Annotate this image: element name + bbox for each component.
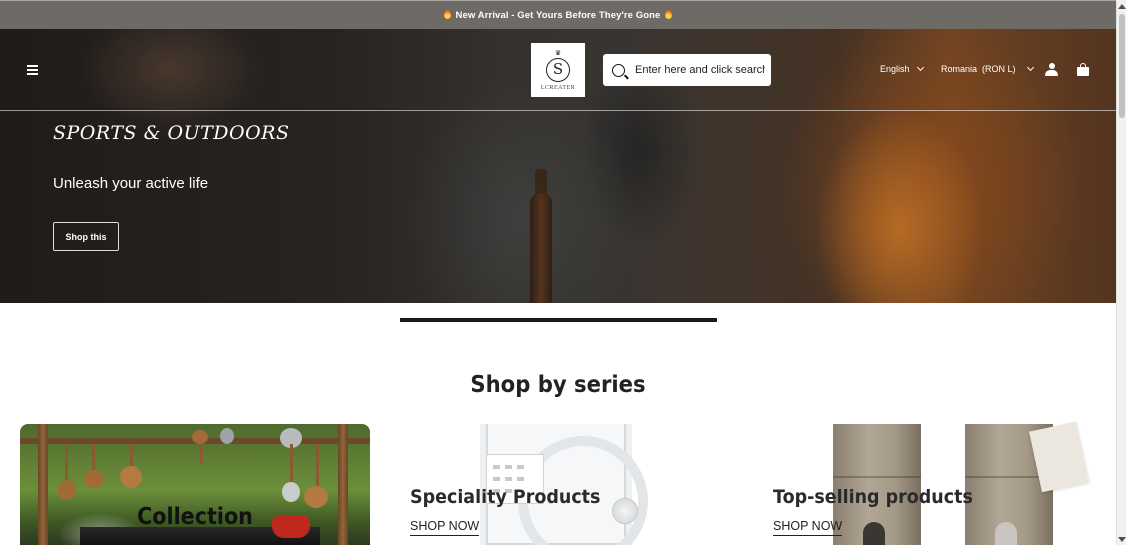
language-label: English [880,64,910,74]
announcement-text: New Arrival - Get Yours Before They're G… [455,9,661,21]
bag-icon[interactable] [1077,63,1089,76]
region-country: Romania [941,64,978,74]
speciality-products-image[interactable] [480,424,648,545]
card-image-utensil [65,444,68,482]
search-icon[interactable] [612,63,625,77]
hero-image-bottle [530,194,552,303]
card-image-utensil [220,428,234,444]
chevron-down-icon [1026,63,1034,72]
search-box[interactable] [603,54,771,86]
crown-icon: ♛ [554,49,562,57]
top-selling-products-image[interactable] [833,421,1093,545]
speciality-shop-now-link[interactable]: SHOP NOW [410,519,480,536]
page-scrollbar[interactable] [1116,0,1126,545]
hero-title: SPORTS & OUTDOORS [53,122,290,144]
region-selector[interactable]: Romania (RON L) [941,63,1034,74]
top-selling-products-title[interactable]: Top-selling products [773,486,973,508]
card-image-utensil [282,482,300,502]
product-port [995,522,1017,545]
card-image-utensil [200,444,203,464]
scroll-down-arrow-icon[interactable] [1118,537,1126,542]
section-title: Shop by series [470,372,646,398]
chevron-down-icon [916,63,924,72]
speciality-products-title[interactable]: Speciality Products [410,486,600,508]
announcement-text-wrap: New Arrival - Get Yours Before They're G… [442,9,674,21]
card-image-utensil [58,480,76,500]
product-port [863,522,885,545]
card-image-utensil [84,470,104,488]
top-selling-shop-now-link[interactable]: SHOP NOW [773,519,843,536]
language-selector[interactable]: English [880,63,924,74]
search-input[interactable] [635,64,765,76]
scroll-up-arrow-icon[interactable] [1118,4,1126,9]
menu-button[interactable] [27,64,39,76]
appliance-knob [612,498,638,524]
logo-monogram: S [546,57,570,82]
announcement-bar[interactable]: New Arrival - Get Yours Before They're G… [0,0,1116,29]
collection-card[interactable]: Collection [20,424,370,545]
scrollbar-thumb[interactable] [1119,14,1125,118]
user-icon-body [1045,70,1058,76]
page: New Arrival - Get Yours Before They're G… [0,0,1116,545]
site-logo[interactable]: ♛ S LCREATER [531,43,585,97]
fire-icon [443,9,451,19]
bag-icon-body [1077,67,1089,76]
hero-subtitle: Unleash your active life [53,175,209,192]
card-image-utensil [192,430,208,444]
card-image-utensil [290,444,293,484]
logo-name: LCREATER [540,84,576,91]
card-image-utensil [316,444,319,488]
header-divider [0,110,1116,111]
slider-indicator[interactable] [400,318,717,322]
card-image-utensil [120,466,142,488]
product-cylinder [833,424,921,545]
collection-label: Collection [137,504,253,530]
user-icon-head [1048,63,1055,69]
region-currency: (RON L) [982,64,1016,74]
product-band [833,476,921,478]
fire-icon [665,9,673,19]
shop-this-button[interactable]: Shop this [53,222,119,251]
user-icon[interactable] [1045,63,1058,76]
hero-banner[interactable]: ♛ S LCREATER English Romania (RON L) SPO… [0,29,1116,303]
